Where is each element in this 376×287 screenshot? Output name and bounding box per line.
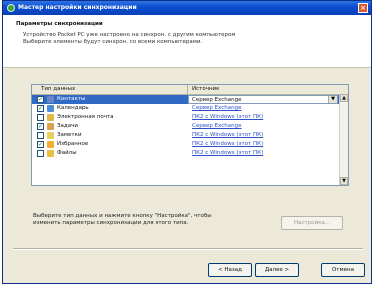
checkbox[interactable]: ✓ [37, 96, 44, 103]
list-item[interactable]: Заметки ПК2 с Windows (этот ПК) [32, 131, 340, 140]
source-select[interactable]: Сервер Exchange ▼ [188, 95, 338, 104]
item-source[interactable]: ПК2 с Windows (этот ПК) [192, 141, 263, 147]
item-name: Файлы [57, 150, 77, 156]
tasks-icon [47, 123, 54, 130]
back-button[interactable]: < Назад [208, 263, 252, 277]
item-name: Избранное [57, 141, 89, 147]
list-item[interactable]: Электронная почта ПК2 с Windows (этот ПК… [32, 113, 340, 122]
footer-hint: Выберите тип данных и нажмите кнопку "На… [33, 213, 263, 227]
footer-hint-line2: изменить параметры синхронизации для это… [33, 220, 189, 226]
item-name: Контакты [57, 96, 86, 102]
header-description: Устройство Pocket PC уже настроено на си… [23, 32, 343, 46]
scroll-up-icon[interactable]: ▲ [340, 94, 348, 102]
item-source[interactable]: ПК2 с Windows (этот ПК) [192, 150, 263, 156]
item-source[interactable]: Сервер Exchange [192, 105, 241, 111]
list-header: Тип данных Источник [32, 85, 348, 95]
list-item[interactable]: ✓ Избранное ПК2 с Windows (этот ПК) [32, 140, 340, 149]
source-select-value: Сервер Exchange [192, 97, 242, 103]
item-name: Электронная почта [57, 114, 114, 120]
item-name: Задачи [57, 123, 78, 129]
checkbox[interactable] [37, 132, 44, 139]
footer-hint-line1: Выберите тип данных и нажмите кнопку "На… [33, 213, 212, 219]
item-name: Календарь [57, 105, 89, 111]
chevron-down-icon[interactable]: ▼ [328, 96, 337, 103]
sync-items-list[interactable]: Тип данных Источник ✓ Контакты Сервер Ex… [31, 84, 349, 186]
notes-icon [47, 132, 54, 139]
column-header-source[interactable]: Источник [192, 86, 219, 92]
list-item[interactable]: ✓ Задачи Сервер Exchange [32, 122, 340, 131]
header-description-line2: Выберите элементы будут синхрон. со всем… [23, 39, 203, 45]
settings-button[interactable]: Настройка... [281, 216, 343, 230]
header-title: Параметры синхронизации [16, 21, 103, 27]
cancel-button[interactable]: Отмена [321, 263, 365, 277]
next-button[interactable]: Далее > [255, 263, 299, 277]
item-name: Заметки [57, 132, 82, 138]
title-bar[interactable]: Мастер настройки синхронизации × [3, 1, 371, 15]
checkbox[interactable]: ✓ [37, 141, 44, 148]
list-item[interactable]: ✓ Контакты Сервер Exchange ▼ [32, 95, 340, 104]
sync-wizard-window: Мастер настройки синхронизации × Парамет… [2, 0, 372, 284]
item-source[interactable]: Сервер Exchange [192, 123, 241, 129]
column-separator[interactable] [187, 85, 188, 94]
scroll-down-icon[interactable]: ▼ [340, 177, 348, 185]
checkbox[interactable]: ✓ [37, 123, 44, 130]
checkbox[interactable] [37, 150, 44, 157]
column-header-type[interactable]: Тип данных [41, 86, 75, 92]
list-item[interactable]: ✓ Календарь Сервер Exchange [32, 104, 340, 113]
checkbox[interactable] [37, 114, 44, 121]
wizard-header: Параметры синхронизации Устройство Pocke… [3, 15, 371, 68]
calendar-icon [47, 105, 54, 112]
favorites-icon [47, 141, 54, 148]
contacts-icon [47, 96, 54, 103]
checkbox[interactable]: ✓ [37, 105, 44, 112]
activesync-icon [7, 4, 15, 12]
close-button[interactable]: × [358, 3, 368, 13]
vertical-scrollbar[interactable]: ▲ ▼ [339, 94, 348, 185]
item-source[interactable]: ПК2 с Windows (этот ПК) [192, 114, 263, 120]
list-item[interactable]: Файлы ПК2 с Windows (этот ПК) [32, 149, 340, 158]
item-source[interactable]: ПК2 с Windows (этот ПК) [192, 132, 263, 138]
window-title: Мастер настройки синхронизации [18, 4, 137, 11]
folder-icon [47, 150, 54, 157]
mail-icon [47, 114, 54, 121]
divider [13, 248, 363, 250]
header-description-line1: Устройство Pocket PC уже настроено на си… [23, 32, 236, 38]
